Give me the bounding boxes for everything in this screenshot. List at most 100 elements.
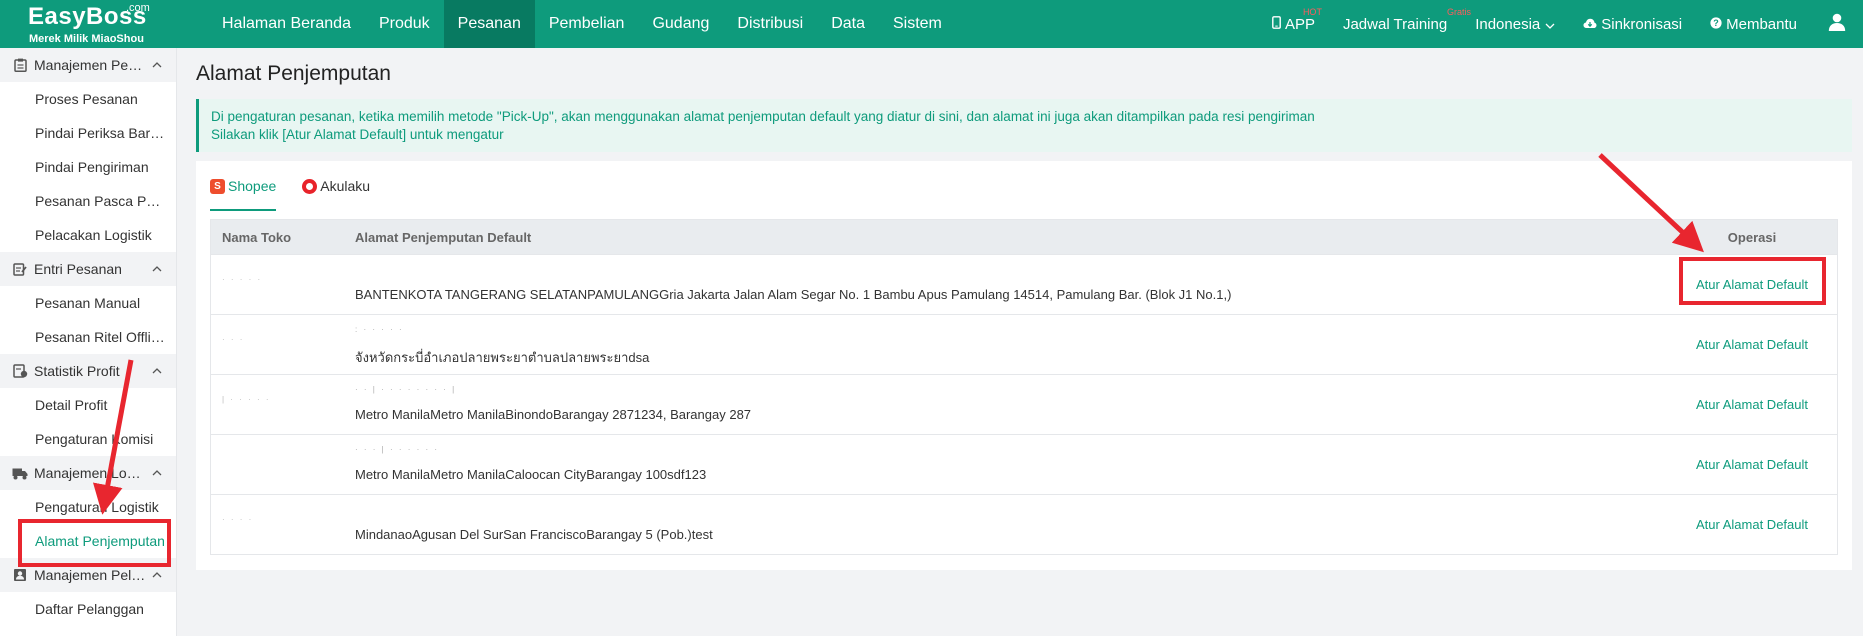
sidebar-group-label: Manajemen Logistik: [34, 465, 146, 481]
table-row: | · · · · · · · | · · · · · · · · | Metr…: [211, 374, 1837, 434]
sidebar-item-pesanan-ritel-offline[interactable]: Pesanan Ritel Offline: [0, 320, 176, 354]
column-header-operation: Operasi: [1727, 229, 1777, 245]
brand-suffix: .com: [126, 2, 150, 14]
chart-icon: [12, 363, 28, 379]
main-nav: Halaman Beranda Produk Pesanan Pembelian…: [208, 0, 956, 48]
nav-produk[interactable]: Produk: [365, 0, 444, 48]
highlight-box-set-default: [1679, 257, 1826, 305]
platform-tabs: S Shopee Akulaku: [210, 161, 396, 211]
set-default-address-button[interactable]: Atur Alamat Default: [1667, 315, 1837, 374]
sidebar-group-profit-statistics[interactable]: Statistik Profit: [0, 354, 176, 388]
akulaku-icon: [302, 178, 318, 194]
tab-label: Akulaku: [320, 178, 371, 194]
top-bar: EasyBoss .com Merek Milik MiaoShou Halam…: [0, 0, 1863, 48]
store-name: [211, 435, 355, 494]
set-default-address-button[interactable]: Atur Alamat Default: [1667, 435, 1837, 494]
nav-data[interactable]: Data: [817, 0, 879, 48]
store-name: · · · · ·: [222, 275, 263, 284]
address-cell: · · | · · · · · · · · | Metro ManilaMetr…: [355, 375, 1667, 434]
masked-contact: : · · · · ·: [355, 325, 404, 334]
address-text: จังหวัดกระบี่อำเภอปลายพระยาตำบลปลายพระยา…: [355, 350, 650, 365]
sidebar-item-pindai-periksa-barang[interactable]: Pindai Periksa Barang: [0, 116, 176, 150]
store-name: · · ·: [222, 335, 245, 344]
nav-sistem[interactable]: Sistem: [879, 0, 956, 48]
pickup-address-card: S Shopee Akulaku Nama Toko Alamat Penjem…: [196, 161, 1852, 570]
address-text: Metro ManilaMetro ManilaBinondoBarangay …: [355, 407, 752, 422]
sidebar-group-label: Entri Pesanan: [34, 261, 122, 277]
contact-icon: [12, 567, 28, 583]
nav-pembelian[interactable]: Pembelian: [535, 0, 639, 48]
truck-icon: [12, 465, 28, 481]
language-select[interactable]: Indonesia: [1461, 16, 1569, 33]
sidebar-item-detail-profit[interactable]: Detail Profit: [0, 388, 176, 422]
help-button[interactable]: ? Membantu: [1696, 16, 1811, 33]
address-cell: · · · | · · · · · · Metro ManilaMetro Ma…: [355, 435, 1667, 494]
chevron-up-icon: [152, 59, 162, 71]
store-name: · · · ·: [222, 515, 254, 524]
chevron-up-icon: [152, 467, 162, 479]
address-text: MindanaoAgusan Del SurSan FranciscoBaran…: [355, 527, 713, 542]
nav-gudang[interactable]: Gudang: [638, 0, 723, 48]
notice-line-2: Silakan klik [Atur Alamat Default] untuk…: [211, 127, 504, 142]
sidebar-item-proses-pesanan[interactable]: Proses Pesanan: [0, 82, 176, 116]
notice-line-1: Di pengaturan pesanan, ketika memilih me…: [211, 109, 1315, 124]
table-row: · · · · · BANTENKOTA TANGERANG SELATANPA…: [211, 254, 1837, 314]
language-label: Indonesia: [1475, 15, 1541, 33]
set-default-address-button[interactable]: Atur Alamat Default: [1667, 495, 1837, 554]
edit-icon: [12, 261, 28, 277]
sidebar-group-order-entry[interactable]: Entri Pesanan: [0, 252, 176, 286]
column-header-store: Nama Toko: [222, 229, 292, 245]
pickup-address-table: Nama Toko Alamat Penjemputan Default Ope…: [210, 219, 1838, 555]
sidebar-group-logistics-management[interactable]: Manajemen Logistik: [0, 456, 176, 490]
masked-contact: · · · | · · · · · ·: [355, 445, 440, 454]
svg-text:?: ?: [1713, 18, 1719, 28]
sync-label: Sinkronisasi: [1601, 15, 1683, 33]
brand-logo[interactable]: EasyBoss .com Merek Milik MiaoShou: [28, 2, 158, 46]
table-row: · · · · MindanaoAgusan Del SurSan Franci…: [211, 494, 1837, 554]
sidebar-item-pesanan-manual[interactable]: Pesanan Manual: [0, 286, 176, 320]
cloud-sync-icon: [1583, 17, 1597, 32]
nav-pesanan[interactable]: Pesanan: [443, 0, 535, 48]
tab-akulaku[interactable]: Akulaku: [302, 161, 370, 211]
help-label: Membantu: [1726, 15, 1797, 33]
sidebar-item-pelacakan-logistik[interactable]: Pelacakan Logistik: [0, 218, 176, 252]
highlight-box-sidebar: [18, 519, 171, 567]
chevron-up-icon: [152, 569, 162, 581]
sidebar-item-pengaturan-komisi[interactable]: Pengaturan Komisi: [0, 422, 176, 456]
table-row: · · · | · · · · · · Metro ManilaMetro Ma…: [211, 434, 1837, 494]
address-text: Metro ManilaMetro ManilaCaloocan CityBar…: [355, 467, 707, 482]
hot-badge: HOT: [1302, 6, 1322, 17]
page-title: Alamat Penjemputan: [196, 62, 391, 85]
sync-button[interactable]: Sinkronisasi: [1569, 16, 1696, 33]
sidebar-item-daftar-pelanggan[interactable]: Daftar Pelanggan: [0, 592, 176, 626]
training-label: Jadwal Training: [1342, 15, 1448, 33]
nav-distribusi[interactable]: Distribusi: [723, 0, 817, 48]
chevron-down-icon: [1545, 16, 1555, 33]
phone-icon: [1272, 16, 1281, 32]
user-menu[interactable]: [1811, 13, 1863, 35]
sidebar-item-pindai-pengiriman[interactable]: Pindai Pengiriman: [0, 150, 176, 184]
brand-tagline: Merek Milik MiaoShou: [29, 33, 144, 45]
sidebar-group-label: Manajemen Pesanan: [34, 57, 146, 73]
address-cell: BANTENKOTA TANGERANG SELATANPAMULANGGria…: [355, 255, 1667, 314]
chevron-up-icon: [152, 263, 162, 275]
column-header-address: Alamat Penjemputan Default: [355, 229, 532, 245]
address-cell: MindanaoAgusan Del SurSan FranciscoBaran…: [355, 495, 1667, 554]
sidebar-item-pesanan-pasca-penjualan[interactable]: Pesanan Pasca Penjualan: [0, 184, 176, 218]
nav-halaman-beranda[interactable]: Halaman Beranda: [208, 0, 365, 48]
app-link[interactable]: APP HOT: [1258, 7, 1329, 33]
tab-label: Shopee: [228, 178, 277, 194]
address-cell: : · · · · · จังหวัดกระบี่อำเภอปลายพระยาต…: [355, 315, 1667, 374]
table-header: Nama Toko Alamat Penjemputan Default Ope…: [211, 220, 1837, 254]
set-default-address-button[interactable]: Atur Alamat Default: [1667, 375, 1837, 434]
info-notice: Di pengaturan pesanan, ketika memilih me…: [196, 99, 1852, 152]
training-link[interactable]: Jadwal Training Gratis: [1329, 7, 1471, 33]
clipboard-icon: [12, 57, 28, 73]
address-text: BANTENKOTA TANGERANG SELATANPAMULANGGria…: [355, 287, 1232, 302]
sidebar-group-order-management[interactable]: Manajemen Pesanan: [0, 48, 176, 82]
right-nav: APP HOT Jadwal Training Gratis Indonesia…: [1258, 0, 1863, 48]
tab-shopee[interactable]: S Shopee: [210, 161, 277, 211]
sidebar-group-label: Statistik Profit: [34, 363, 120, 379]
table-row: · · · : · · · · · จังหวัดกระบี่อำเภอปลาย…: [211, 314, 1837, 374]
chevron-up-icon: [152, 365, 162, 377]
